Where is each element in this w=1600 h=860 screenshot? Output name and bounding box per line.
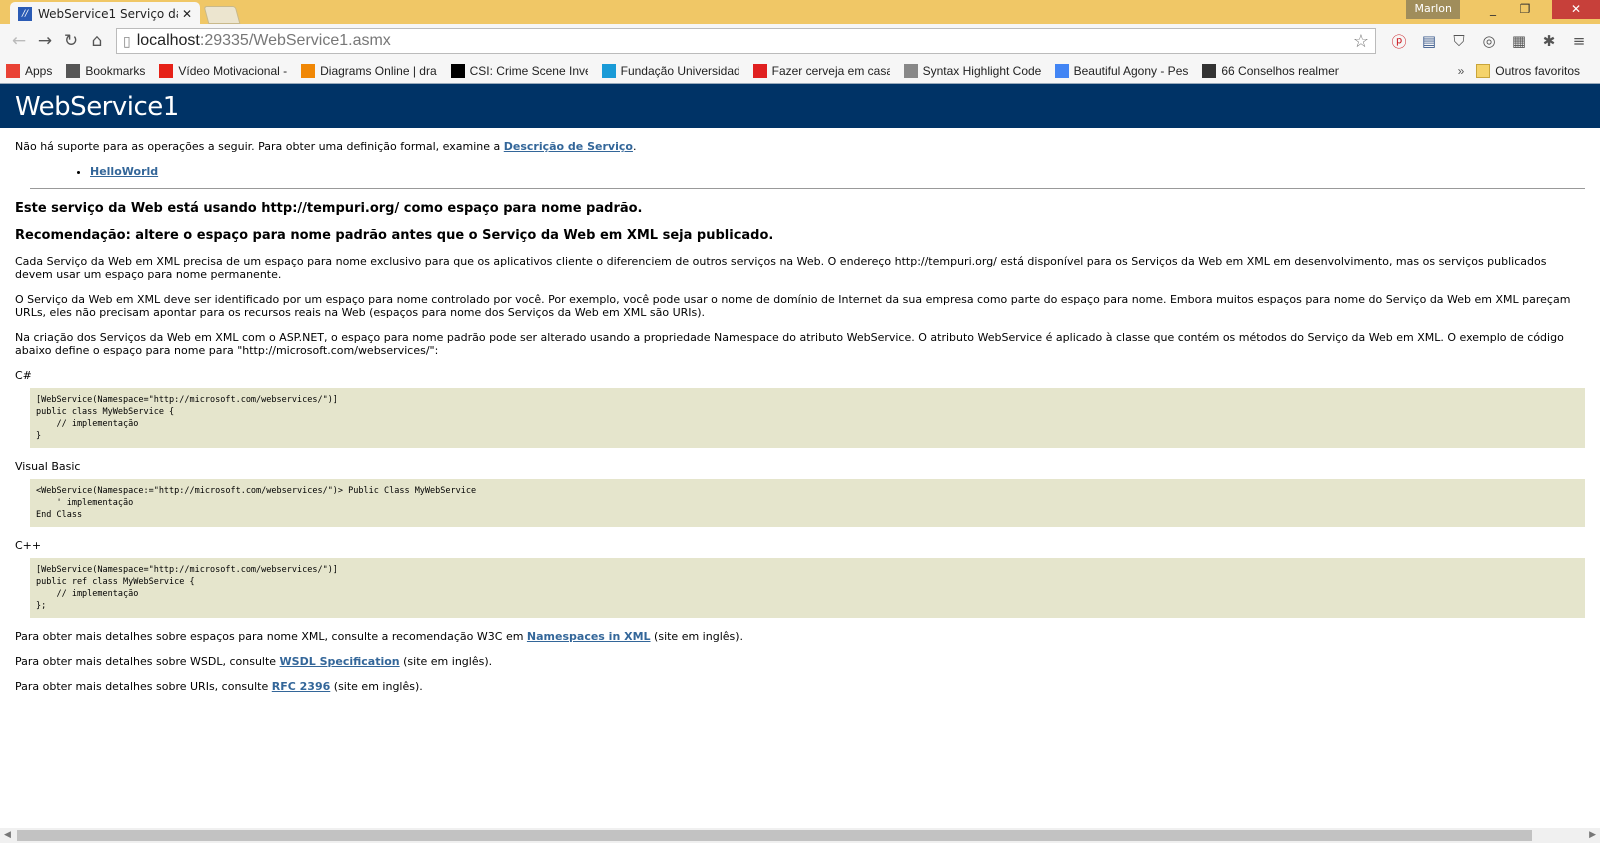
bookmark-item[interactable]: CSI: Crime Scene Inve xyxy=(450,63,588,78)
webservice-favicon-icon: // xyxy=(18,7,32,21)
browser-tab[interactable]: // WebService1 Serviço da W ✕ xyxy=(10,2,200,26)
forward-icon[interactable]: → xyxy=(32,31,58,51)
paragraph: O Serviço da Web em XML deve ser identif… xyxy=(15,293,1571,319)
text: Para obter mais detalhes sobre espaços p… xyxy=(15,630,527,643)
text: (site em inglês). xyxy=(330,680,423,693)
more-info-uri: Para obter mais detalhes sobre URIs, con… xyxy=(15,680,1585,693)
lightning-icon xyxy=(450,63,465,78)
minimize-button[interactable]: _ xyxy=(1478,0,1508,19)
title-bar: // WebService1 Serviço da W ✕ Marlon _ ❐… xyxy=(0,0,1600,26)
bookmark-label: Fazer cerveja em casa xyxy=(771,63,890,78)
paragraph: Cada Serviço da Web em XML precisa de um… xyxy=(15,255,1547,281)
intro-end: . xyxy=(632,140,637,153)
pocket-icon[interactable]: ⛉ xyxy=(1444,32,1474,50)
tab-title: WebService1 Serviço da W xyxy=(38,7,178,21)
bookmark-star-icon[interactable]: ☆ xyxy=(1353,31,1369,52)
menu-icon[interactable]: ≡ xyxy=(1564,32,1594,50)
back-icon[interactable]: ← xyxy=(6,31,32,51)
scroll-right-icon[interactable]: ▶ xyxy=(1589,828,1596,843)
code-lang-label: Visual Basic xyxy=(15,460,81,473)
bookmarks-bar: Apps Bookmarks Vídeo Motivacional - Diagra… xyxy=(0,58,1600,84)
new-tab-button[interactable] xyxy=(203,6,241,24)
page-title: WebService1 xyxy=(0,84,1600,128)
star-icon xyxy=(66,63,81,78)
page-icon: ▯ xyxy=(123,32,131,49)
intro-text: Não há suporte para as operações a segui… xyxy=(15,140,1585,153)
apps-grid-icon xyxy=(6,63,20,78)
film-reel-icon[interactable]: ◎ xyxy=(1474,32,1504,50)
bookmark-item[interactable]: Diagrams Online | dra xyxy=(301,63,437,78)
youtube-icon xyxy=(159,63,174,78)
beer-icon xyxy=(752,63,767,78)
recommendation-heading: Recomendação: altere o espaço para nome … xyxy=(15,228,774,243)
horizontal-scrollbar[interactable]: ◀ ▶ xyxy=(0,828,1600,843)
bookmark-label: CSI: Crime Scene Inve xyxy=(469,63,588,78)
wsdl-specification-link[interactable]: WSDL Specification xyxy=(280,655,400,668)
bookmark-item[interactable]: Fazer cerveja em casa xyxy=(752,63,890,78)
url-path: :29335/WebService1.asmx xyxy=(199,32,391,49)
more-bookmarks-icon[interactable]: » xyxy=(1458,64,1465,78)
paragraph: Na criação dos Serviços da Web em XML co… xyxy=(15,331,1564,357)
bookmark-label: Bookmarks xyxy=(85,63,146,78)
spiral-icon xyxy=(601,63,616,78)
image-icon xyxy=(1202,63,1217,78)
page-content: Não há suporte para as operações a segui… xyxy=(0,128,1600,693)
pinterest-icon[interactable]: ⓟ xyxy=(1384,31,1414,52)
screenshot-extension-icon[interactable]: ▦ xyxy=(1504,32,1534,50)
namespaces-in-xml-link[interactable]: Namespaces in XML xyxy=(527,630,651,643)
google-icon xyxy=(1054,63,1069,78)
drawio-icon xyxy=(301,63,316,78)
namespace-heading: Este serviço da Web está usando http://t… xyxy=(15,201,643,216)
bookmark-label: Diagrams Online | dra xyxy=(320,63,437,78)
spy-extension-icon[interactable]: ✱ xyxy=(1534,32,1564,50)
bookmark-item[interactable]: Syntax Highlight Code xyxy=(903,63,1041,78)
text: Para obter mais detalhes sobre WSDL, con… xyxy=(15,655,280,668)
bookmark-item[interactable]: Bookmarks xyxy=(66,63,146,78)
code-sample-csharp: [WebService(Namespace="http://microsoft.… xyxy=(30,388,1585,448)
bookmark-item[interactable]: Fundação Universidad xyxy=(601,63,739,78)
list-item: HelloWorld xyxy=(90,165,1585,178)
url-host: localhost xyxy=(136,32,200,49)
home-icon[interactable]: ⌂ xyxy=(84,31,110,51)
close-tab-icon[interactable]: ✕ xyxy=(182,7,192,21)
service-description-link[interactable]: Descrição de Serviço xyxy=(504,140,633,153)
text: (site em inglês). xyxy=(399,655,493,668)
user-profile-button[interactable]: Marlon xyxy=(1406,0,1460,19)
text: (site em inglês). xyxy=(650,630,744,643)
bookmark-label: Apps xyxy=(25,63,53,78)
code-sample-cpp: [WebService(Namespace="http://microsoft.… xyxy=(30,558,1585,618)
extension-doc-icon[interactable]: ▤ xyxy=(1414,32,1444,50)
bookmark-item[interactable]: 66 Conselhos realmen xyxy=(1202,63,1340,78)
scrollbar-thumb[interactable] xyxy=(17,830,1532,841)
bookmark-item[interactable]: Vídeo Motivacional - xyxy=(159,63,288,78)
bookmark-other[interactable]: Outros favoritos xyxy=(1476,63,1580,78)
text: Para obter mais detalhes sobre URIs, con… xyxy=(15,680,272,693)
browser-toolbar: ← → ↻ ⌂ ▯ localhost:29335/WebService1.as… xyxy=(0,24,1600,58)
scroll-left-icon[interactable]: ◀ xyxy=(4,828,11,843)
address-bar[interactable]: ▯ localhost:29335/WebService1.asmx ☆ xyxy=(116,28,1376,54)
bookmark-item[interactable]: Apps xyxy=(6,63,53,78)
page-icon xyxy=(903,63,918,78)
divider xyxy=(30,188,1585,189)
code-lang-label: C# xyxy=(15,369,32,382)
code-sample-vb: <WebService(Namespace:="http://microsoft… xyxy=(30,479,1585,527)
operation-helloworld-link[interactable]: HelloWorld xyxy=(90,165,158,178)
restore-button[interactable]: ❐ xyxy=(1510,0,1540,19)
close-window-button[interactable]: ✕ xyxy=(1552,0,1600,19)
intro-label: Não há suporte para as operações a segui… xyxy=(15,140,504,153)
operations-list: HelloWorld xyxy=(90,165,1585,178)
bookmark-label: Beautiful Agony - Pes xyxy=(1073,63,1189,78)
reload-icon[interactable]: ↻ xyxy=(58,31,84,51)
code-lang-label: C++ xyxy=(15,539,42,552)
more-info-wsdl: Para obter mais detalhes sobre WSDL, con… xyxy=(15,655,1585,668)
more-info-xml: Para obter mais detalhes sobre espaços p… xyxy=(15,630,1585,643)
rfc-2396-link[interactable]: RFC 2396 xyxy=(272,680,331,693)
bookmark-item[interactable]: Beautiful Agony - Pes xyxy=(1054,63,1189,78)
bookmark-label: Fundação Universidad xyxy=(620,63,739,78)
folder-icon xyxy=(1476,63,1491,78)
bookmark-label: Syntax Highlight Code xyxy=(922,63,1041,78)
bookmark-label: 66 Conselhos realmen xyxy=(1221,63,1340,78)
bookmark-label: Vídeo Motivacional - xyxy=(178,63,288,78)
bookmark-label: Outros favoritos xyxy=(1495,63,1580,78)
